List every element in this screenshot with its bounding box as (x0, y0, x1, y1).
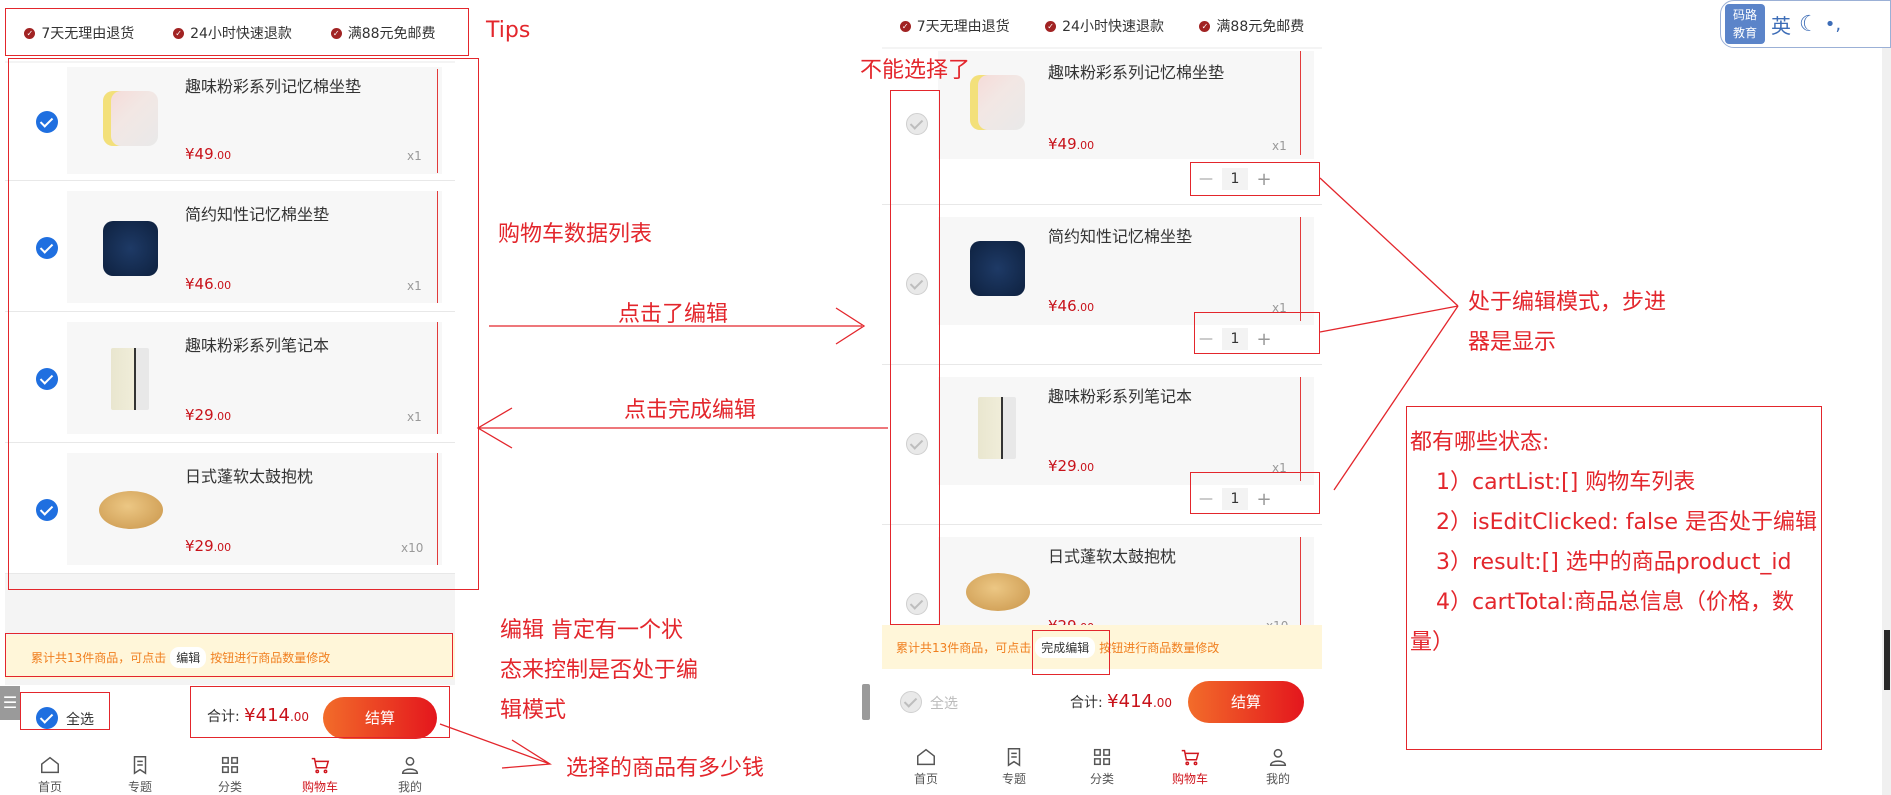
state-cartTotal-cont: 量） (1410, 630, 1455, 655)
right-scrollbar-thumb[interactable] (1884, 630, 1890, 690)
annotation-stepper-mode-2: 器是显示 (1468, 330, 1557, 355)
annotation-total-money: 选择的商品有多少钱 (566, 756, 765, 781)
annotation-edit-state-2: 态来控制是否处于编 (500, 658, 699, 683)
state-isEditClicked: 2）isEditClicked: false 是否处于编辑 (1436, 510, 1818, 535)
annotation-cannot-select: 不能选择了 (860, 58, 971, 83)
state-cartTotal: 4）cartTotal:商品总信息（价格，数 (1436, 590, 1795, 615)
screenshot-canvas: ✓ 7天无理由退货 ✓ 24小时快速退款 ✓ 满88元免邮费 趣味粉彩系列记忆棉坐垫 … (0, 0, 1891, 795)
annotation-edit-state-3: 辑模式 (500, 698, 567, 723)
punctuation-icon[interactable]: •, (1825, 14, 1841, 35)
annotation-arrows (439, 177, 1459, 769)
scroll-handle[interactable] (862, 684, 870, 720)
ime-logo: 码路 教育 (1725, 4, 1765, 44)
annotation-edit-state-1: 编辑 肯定有一个状 (500, 618, 683, 643)
annotation-cart-list: 购物车数据列表 (498, 222, 653, 247)
arrow-to-total-label (439, 723, 552, 769)
stepper-line-1 (1319, 177, 1459, 307)
annotation-stepper-mode-1: 处于编辑模式，步进 (1468, 290, 1667, 315)
stepper-line-3 (1333, 305, 1459, 491)
state-cartlist: 1）cartList:[] 购物车列表 (1436, 470, 1696, 495)
state-result: 3）result:[] 选中的商品product_id (1436, 550, 1792, 575)
states-title: 都有哪些状态: (1410, 430, 1550, 455)
left-edge-menu-icon[interactable]: ☰ (0, 686, 20, 720)
annotation-clicked-edit: 点击了编辑 (618, 302, 729, 327)
stepper-line-2 (1319, 305, 1459, 333)
ime-language-toggle[interactable]: 英 (1771, 10, 1791, 39)
ime-toolbar[interactable]: 码路 教育 英 ☾ •, (1720, 0, 1891, 48)
annotation-tips: Tips (486, 18, 531, 43)
moon-icon[interactable]: ☾ (1799, 12, 1819, 37)
annotation-clicked-done: 点击完成编辑 (624, 398, 757, 423)
